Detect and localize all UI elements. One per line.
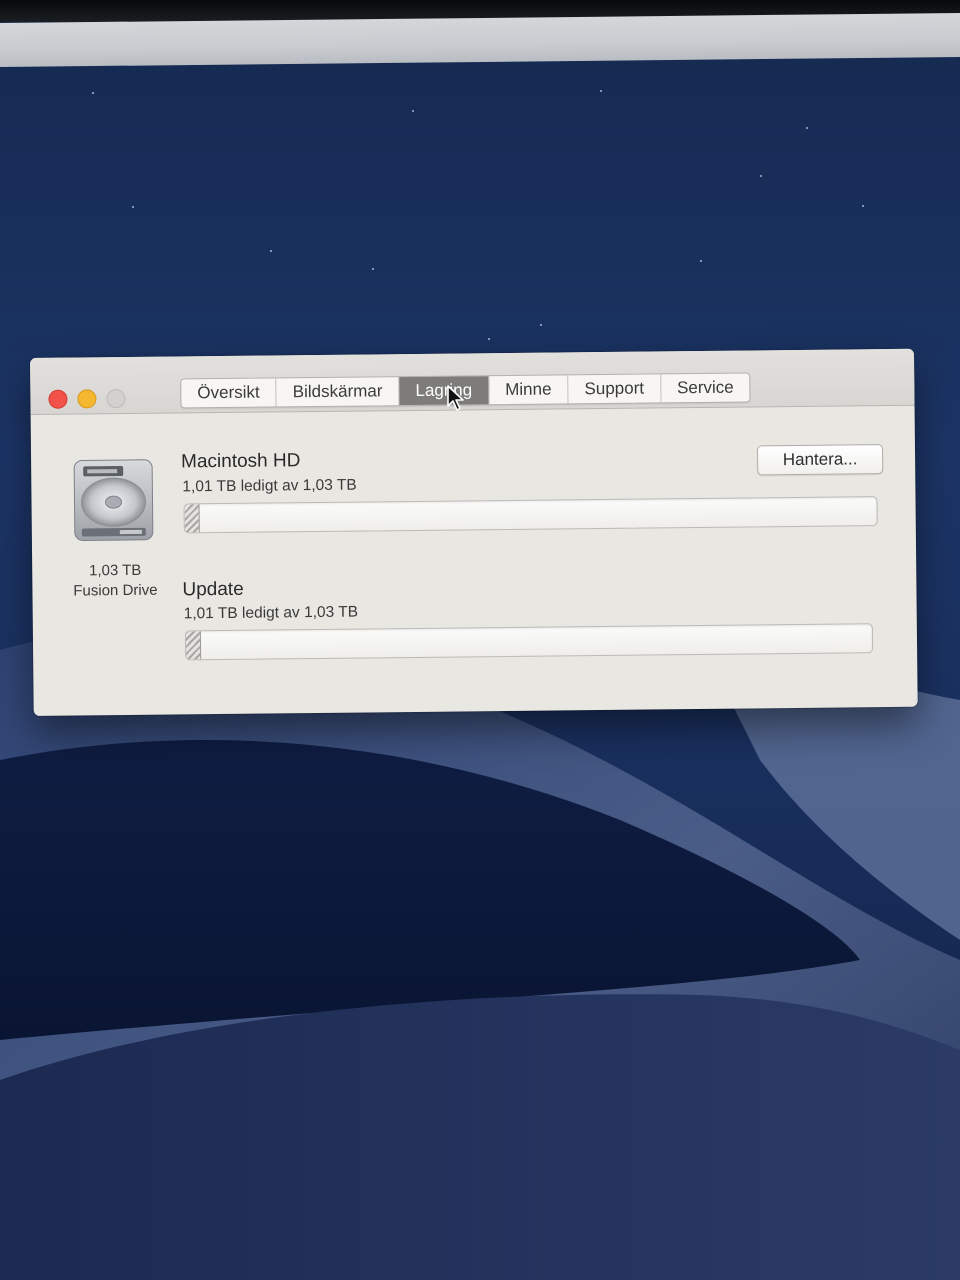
storage-panel: 1,03 TB Fusion Drive Macintosh HD 1,01 T…	[31, 406, 918, 716]
window-titlebar: Översikt Bildskärmar Lagring Minne Suppo…	[30, 348, 915, 415]
drive-type: Fusion Drive	[73, 581, 158, 600]
star	[540, 324, 542, 326]
manage-button[interactable]: Hantera...	[756, 444, 884, 476]
star	[600, 90, 602, 92]
volume-free-space: 1,01 TB ledigt av 1,03 TB	[182, 476, 357, 496]
drive-capacity: 1,03 TB	[89, 561, 142, 580]
tab-bildskarmar[interactable]: Bildskärmar	[276, 377, 400, 407]
tab-oversikt[interactable]: Översikt	[181, 378, 277, 408]
star	[412, 110, 414, 112]
tab-support[interactable]: Support	[568, 374, 662, 404]
star	[270, 250, 272, 252]
volume-free-space: 1,01 TB ledigt av 1,03 TB	[183, 603, 359, 623]
about-this-mac-window: Översikt Bildskärmar Lagring Minne Suppo…	[30, 348, 918, 716]
star	[132, 206, 134, 208]
storage-bar-used	[184, 504, 200, 533]
hard-drive-icon	[73, 459, 154, 541]
storage-bar-used	[185, 631, 201, 660]
volume-name: Macintosh HD	[180, 450, 301, 473]
zoom-button[interactable]	[106, 389, 126, 409]
star	[92, 92, 94, 94]
storage-bar	[183, 496, 878, 534]
tab-minne[interactable]: Minne	[489, 375, 569, 405]
star	[760, 175, 762, 177]
tab-lagring[interactable]: Lagring	[399, 376, 490, 406]
star	[806, 127, 808, 129]
tab-service[interactable]: Service	[661, 373, 750, 402]
star	[488, 338, 490, 340]
star	[700, 260, 702, 262]
close-button[interactable]	[48, 389, 68, 409]
star	[862, 205, 864, 207]
volume-name: Update	[182, 578, 244, 601]
mouse-pointer-icon	[447, 385, 464, 411]
storage-bar	[184, 623, 874, 661]
star	[372, 268, 374, 270]
minimize-button[interactable]	[77, 389, 97, 409]
